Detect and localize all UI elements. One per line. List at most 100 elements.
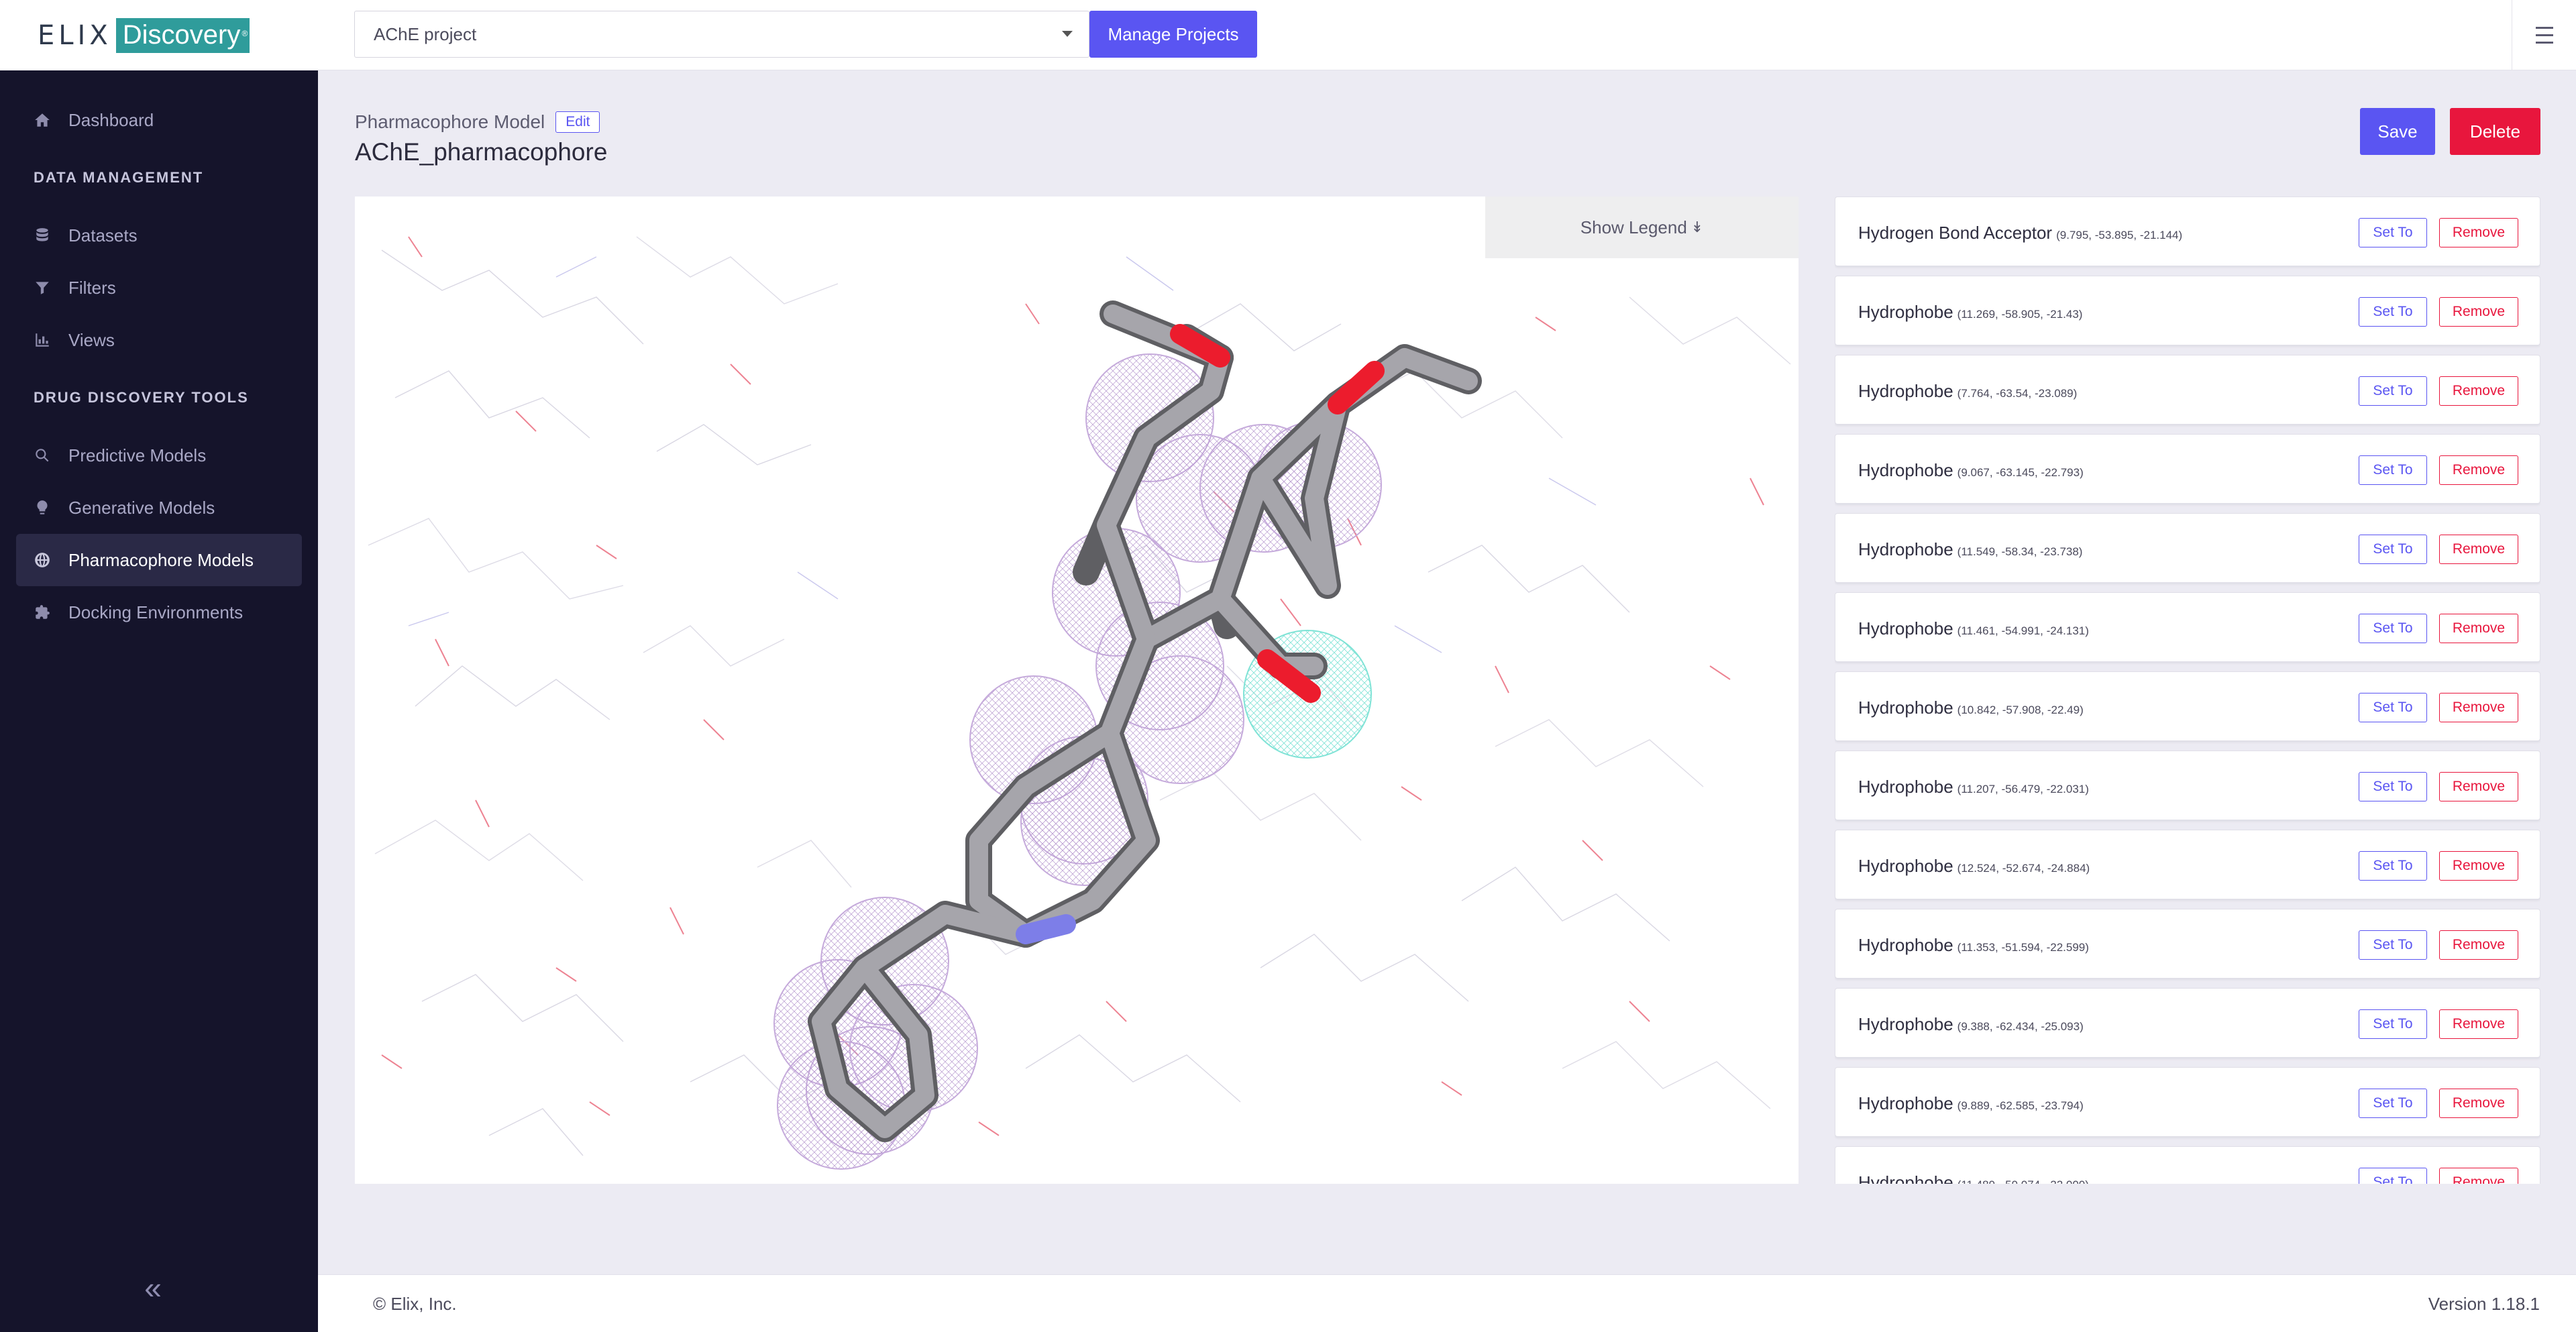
set-to-button[interactable]: Set To <box>2359 535 2427 564</box>
manage-projects-button[interactable]: Manage Projects <box>1089 11 1257 58</box>
logo-word-elix: ELIX <box>38 19 112 51</box>
set-to-button[interactable]: Set To <box>2359 297 2427 327</box>
remove-button[interactable]: Remove <box>2439 218 2518 247</box>
feature-coords: (12.524, -52.674, -24.884) <box>1957 862 2090 875</box>
filter-icon <box>34 279 51 296</box>
remove-button[interactable]: Remove <box>2439 614 2518 643</box>
remove-button[interactable]: Remove <box>2439 455 2518 485</box>
feature-coords: (10.842, -57.908, -22.49) <box>1957 704 2084 716</box>
remove-button[interactable]: Remove <box>2439 930 2518 960</box>
feature-name: Hydrophobe (11.549, -58.34, -23.738) <box>1858 539 2083 559</box>
sidebar: ELIX Discovery ® Dashboard DATA MANAGEMEN… <box>0 0 318 1332</box>
sidebar-item-pharmacophore-models[interactable]: Pharmacophore Models <box>16 534 302 586</box>
remove-button[interactable]: Remove <box>2439 1168 2518 1184</box>
remove-button[interactable]: Remove <box>2439 535 2518 564</box>
sidebar-item-label: Pharmacophore Models <box>68 549 254 570</box>
set-to-button[interactable]: Set To <box>2359 1089 2427 1118</box>
sidebar-item-label: Filters <box>68 277 116 298</box>
feature-name: Hydrophobe (12.524, -52.674, -24.884) <box>1858 856 2090 876</box>
sidebar-item-docking-environments[interactable]: Docking Environments <box>16 586 302 639</box>
logo-word-discovery: Discovery ® <box>115 17 250 53</box>
feature-name: Hydrophobe(11.489, -59.074, -22.000) <box>1858 1172 2089 1184</box>
molecule-viewer[interactable]: Show Legend ↡ <box>355 197 1799 1184</box>
menu-button[interactable] <box>2512 0 2576 70</box>
globe-icon <box>34 551 51 569</box>
feature-name: Hydrophobe (11.461, -54.991, -24.131) <box>1858 618 2089 639</box>
set-to-button[interactable]: Set To <box>2359 614 2427 643</box>
set-to-button[interactable]: Set To <box>2359 851 2427 881</box>
feature-name: Hydrophobe (11.207, -56.479, -22.031) <box>1858 777 2089 797</box>
molecule-scene[interactable] <box>355 197 1799 1184</box>
sidebar-item-label: Datasets <box>68 225 138 245</box>
sidebar-item-views[interactable]: Views <box>16 314 302 366</box>
sidebar-item-dashboard[interactable]: Dashboard <box>16 94 302 146</box>
set-to-button[interactable]: Set To <box>2359 455 2427 485</box>
show-legend-button[interactable]: Show Legend ↡ <box>1485 197 1799 258</box>
sidebar-item-label: Generative Models <box>68 497 215 518</box>
database-icon <box>34 227 51 244</box>
feature-coords: (11.269, -58.905, -21.43) <box>1957 308 2083 321</box>
sidebar-item-label: Dashboard <box>68 109 154 130</box>
puzzle-icon <box>34 604 51 621</box>
remove-button[interactable]: Remove <box>2439 772 2518 801</box>
nav-section-data-management: DATA MANAGEMENT <box>34 169 204 186</box>
hamburger-icon <box>2535 24 2553 46</box>
set-to-button[interactable]: Set To <box>2359 930 2427 960</box>
home-icon <box>34 111 51 129</box>
feature-row: Hydrophobe (9.067, -63.145, -22.793) Set … <box>1835 434 2540 504</box>
project-select[interactable]: AChE project <box>354 11 1089 58</box>
sidebar-item-filters[interactable]: Filters <box>16 262 302 314</box>
feature-coords: (11.461, -54.991, -24.131) <box>1957 624 2089 637</box>
feature-row: Hydrophobe (10.842, -57.908, -22.49) Set … <box>1835 671 2540 741</box>
remove-button[interactable]: Remove <box>2439 693 2518 722</box>
feature-row: Hydrophobe (7.764, -63.54, -23.089) Set T… <box>1835 355 2540 425</box>
bar-chart-icon <box>34 331 51 349</box>
show-legend-label: Show Legend <box>1580 217 1687 237</box>
sidebar-item-predictive-models[interactable]: Predictive Models <box>16 429 302 482</box>
remove-button[interactable]: Remove <box>2439 1009 2518 1039</box>
feature-name: Hydrophobe (10.842, -57.908, -22.49) <box>1858 698 2084 718</box>
chevron-double-down-icon: ↡ <box>1690 219 1704 235</box>
edit-button[interactable]: Edit <box>555 111 600 133</box>
feature-name: Hydrophobe (9.388, -62.434, -25.093) <box>1858 1014 2084 1034</box>
save-button[interactable]: Save <box>2360 108 2435 155</box>
set-to-button[interactable]: Set To <box>2359 1009 2427 1039</box>
set-to-button[interactable]: Set To <box>2359 772 2427 801</box>
collapse-sidebar-button[interactable]: « <box>140 1272 166 1303</box>
remove-button[interactable]: Remove <box>2439 297 2518 327</box>
set-to-button[interactable]: Set To <box>2359 1168 2427 1184</box>
feature-row: Hydrophobe (11.549, -58.34, -23.738) Set … <box>1835 513 2540 583</box>
set-to-button[interactable]: Set To <box>2359 693 2427 722</box>
remove-button[interactable]: Remove <box>2439 376 2518 406</box>
version-label: Version 1.18.1 <box>2428 1294 2540 1314</box>
set-to-button[interactable]: Set To <box>2359 218 2427 247</box>
feature-row: Hydrophobe (9.889, -62.585, -23.794) Set … <box>1835 1067 2540 1137</box>
search-icon <box>34 447 51 464</box>
sidebar-item-label: Views <box>68 329 115 350</box>
remove-button[interactable]: Remove <box>2439 1089 2518 1118</box>
lightbulb-icon <box>34 499 51 516</box>
feature-name: Hydrophobe (11.353, -51.594, -22.599) <box>1858 935 2089 955</box>
project-select-value: AChE project <box>374 24 477 44</box>
page-title: AChE_pharmacophore <box>355 138 608 166</box>
feature-coords: (7.764, -63.54, -23.089) <box>1957 387 2078 400</box>
copyright: © Elix, Inc. <box>373 1294 457 1314</box>
topbar: AChE project Manage Projects <box>318 0 2576 70</box>
nav-section-drug-discovery-tools: DRUG DISCOVERY TOOLS <box>34 389 249 406</box>
feature-name: Hydrophobe (11.269, -58.905, -21.43) <box>1858 302 2083 322</box>
sidebar-item-generative-models[interactable]: Generative Models <box>16 482 302 534</box>
feature-list[interactable]: Hydrogen Bond Acceptor (9.795, -53.895, -… <box>1835 197 2540 1184</box>
sidebar-item-datasets[interactable]: Datasets <box>16 209 302 262</box>
logo[interactable]: ELIX Discovery ® <box>0 0 318 70</box>
feature-row: Hydrophobe (12.524, -52.674, -24.884) Set… <box>1835 830 2540 899</box>
set-to-button[interactable]: Set To <box>2359 376 2427 406</box>
feature-row: Hydrophobe (11.207, -56.479, -22.031) Set… <box>1835 751 2540 820</box>
delete-button[interactable]: Delete <box>2450 108 2540 155</box>
feature-coords: (11.207, -56.479, -22.031) <box>1957 783 2089 795</box>
breadcrumb-label: Pharmacophore Model <box>355 111 545 132</box>
remove-button[interactable]: Remove <box>2439 851 2518 881</box>
breadcrumb: Pharmacophore Model Edit <box>355 111 600 133</box>
feature-name: Hydrophobe (7.764, -63.54, -23.089) <box>1858 381 2078 401</box>
footer: © Elix, Inc. Version 1.18.1 <box>318 1274 2576 1332</box>
feature-name: Hydrophobe (9.067, -63.145, -22.793) <box>1858 460 2084 480</box>
